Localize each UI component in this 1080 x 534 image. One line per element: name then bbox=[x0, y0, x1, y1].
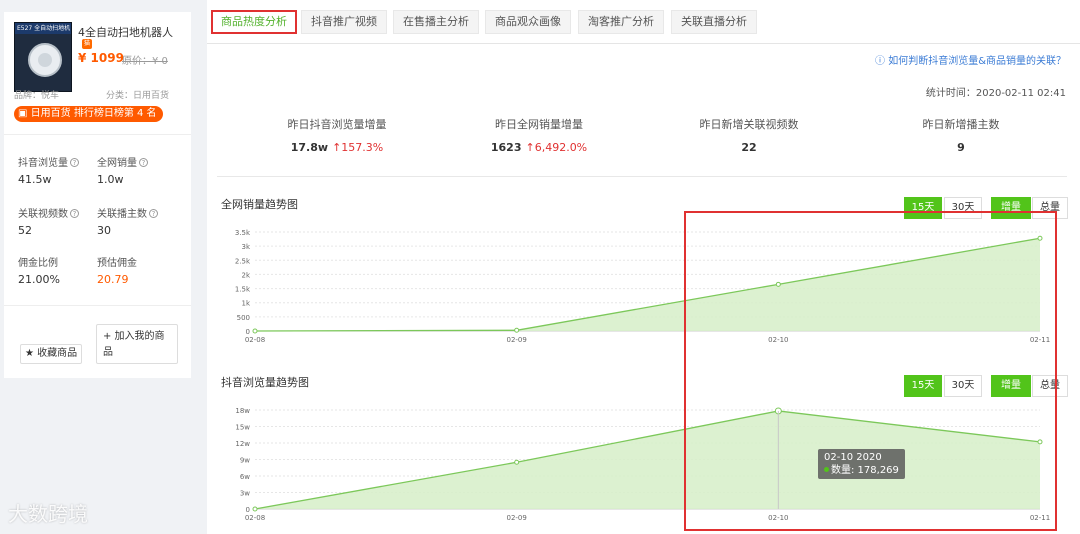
series-dot-icon bbox=[824, 467, 829, 472]
tooltip-date: 02-10 2020 bbox=[824, 452, 882, 463]
x-tick-label: 02-11 bbox=[1030, 336, 1050, 344]
y-tick-label: 15w bbox=[235, 424, 250, 432]
data-point bbox=[775, 281, 781, 287]
y-tick-label: 3w bbox=[240, 490, 250, 498]
y-tick-label: 1.5k bbox=[235, 286, 251, 294]
x-tick-label: 02-09 bbox=[506, 336, 526, 344]
data-point bbox=[514, 459, 520, 465]
y-tick-label: 0 bbox=[246, 328, 250, 336]
y-tick-label: 18w bbox=[235, 407, 250, 415]
x-tick-label: 02-11 bbox=[1030, 514, 1050, 522]
y-tick-label: 3k bbox=[241, 243, 250, 251]
chart-tooltip: 02-10 2020 数量: 178,269 bbox=[818, 449, 905, 479]
x-tick-label: 02-08 bbox=[245, 514, 265, 522]
y-tick-label: 1k bbox=[241, 300, 250, 308]
y-tick-label: 3.5k bbox=[235, 229, 251, 237]
y-tick-label: 6w bbox=[240, 473, 250, 481]
y-tick-label: 2k bbox=[241, 271, 250, 279]
data-point bbox=[1037, 235, 1043, 241]
data-point bbox=[1037, 439, 1043, 445]
data-point bbox=[252, 328, 258, 334]
x-tick-label: 02-10 bbox=[768, 514, 788, 522]
x-tick-label: 02-09 bbox=[506, 514, 526, 522]
page-root: E527 全自动扫地机 4全自动扫地机器人 猫 ¥ 1099 原价：¥ 0 品牌… bbox=[0, 0, 1080, 534]
charts-layer: 0 500 1k 1.5k 2k 2.5k 3k 3.5k 02-08 02-09 02-10 02-… bbox=[235, 229, 1050, 522]
y-tick-label: 9w bbox=[240, 457, 250, 465]
x-tick-label: 02-08 bbox=[245, 336, 265, 344]
y-tick-label: 12w bbox=[235, 440, 250, 448]
y-tick-label: 2.5k bbox=[235, 257, 251, 265]
y-tick-label: 0 bbox=[246, 506, 250, 514]
data-point bbox=[514, 327, 520, 333]
y-tick-label: 500 bbox=[237, 314, 250, 322]
x-tick-label: 02-10 bbox=[768, 336, 788, 344]
data-point bbox=[252, 506, 258, 512]
tooltip-value: 数量: 178,269 bbox=[824, 464, 899, 477]
